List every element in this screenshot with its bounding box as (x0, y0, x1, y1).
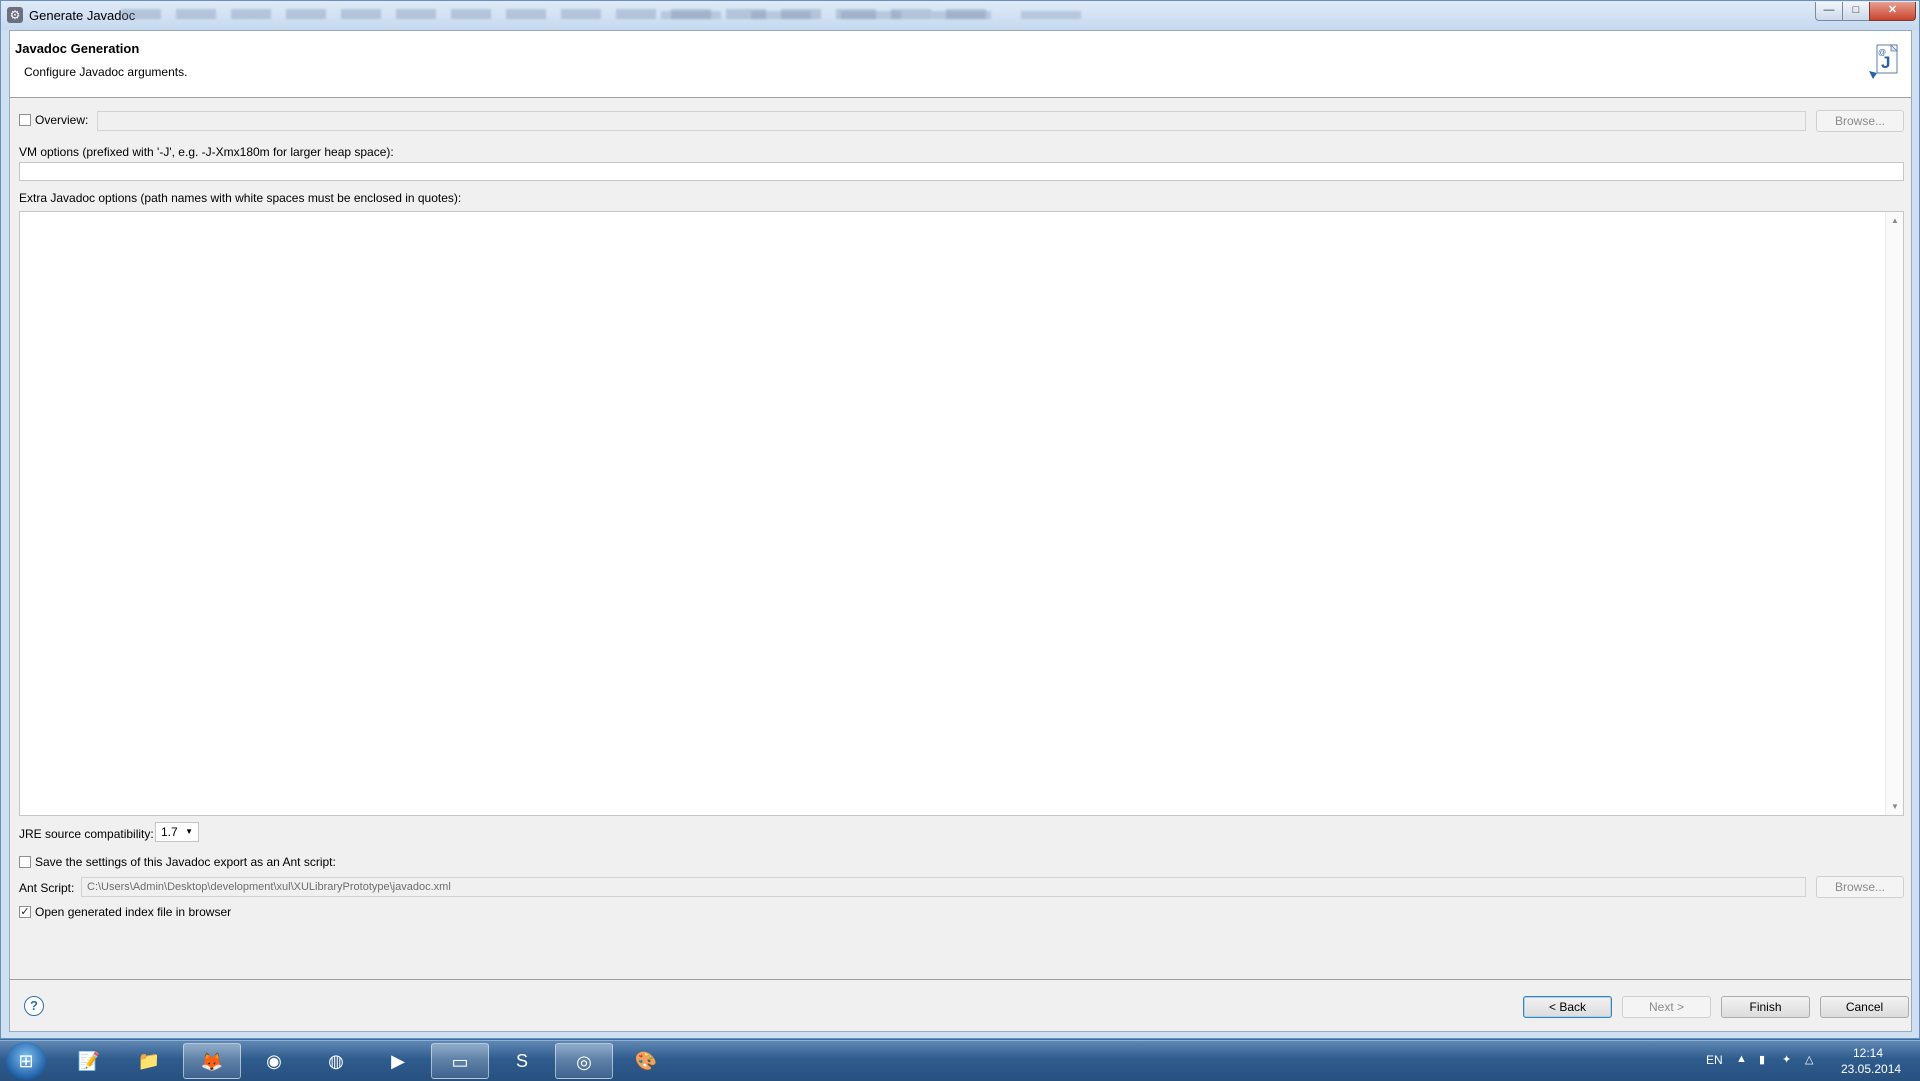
save-ant-script-checkbox[interactable] (19, 856, 31, 868)
open-index-label: Open generated index file in browser (35, 905, 232, 919)
jre-compatibility-label: JRE source compatibility: (19, 827, 154, 841)
clock-time[interactable]: 12:14 (1853, 1046, 1883, 1060)
firefox-icon[interactable]: 🦊 (183, 1043, 241, 1079)
jre-selected-value: 1.7 (161, 825, 178, 839)
command-prompt-icon[interactable]: ▭ (431, 1043, 489, 1079)
ant-script-label: Ant Script: (19, 881, 75, 895)
back-button[interactable]: < Back (1523, 996, 1612, 1018)
network-signal-icon[interactable]: ▮ (1759, 1053, 1765, 1066)
dropbox-icon[interactable]: ✦ (1782, 1053, 1791, 1066)
next-button[interactable]: Next > (1622, 996, 1711, 1018)
minimize-button[interactable]: — (1815, 2, 1843, 21)
javadoc-wizard-icon: J @ (1869, 44, 1898, 79)
ant-script-field[interactable]: C:\Users\Admin\Desktop\development\xul\X… (81, 877, 1806, 897)
paint-icon[interactable]: 🎨 (617, 1043, 675, 1079)
help-icon[interactable]: ? (24, 996, 44, 1016)
svg-text:@: @ (1878, 48, 1886, 57)
clock-date[interactable]: 23.05.2014 (1841, 1062, 1901, 1076)
scroll-down-icon[interactable]: ▼ (1891, 802, 1899, 811)
textarea-scrollbar[interactable]: ▲ ▼ (1885, 212, 1903, 815)
extra-options-textarea[interactable]: ▲ ▼ (19, 211, 1904, 816)
skype-icon[interactable]: S (493, 1043, 551, 1079)
page-title: Javadoc Generation (15, 41, 140, 56)
file-explorer-icon[interactable]: 📁 (120, 1043, 178, 1079)
media-player-icon[interactable]: ▶ (369, 1043, 427, 1079)
background-title-blur-2 (661, 11, 1081, 19)
page-description: Configure Javadoc arguments. (24, 65, 188, 79)
eclipse-gear-icon: ⚙ (7, 7, 23, 23)
chevron-down-icon: ▼ (185, 827, 193, 836)
vm-options-input[interactable] (19, 162, 1904, 181)
wizard-header: Javadoc Generation Configure Javadoc arg… (10, 31, 1911, 98)
overview-browse-button[interactable]: Browse... (1816, 110, 1904, 132)
ant-script-browse-button[interactable]: Browse... (1816, 876, 1904, 898)
overview-field[interactable] (97, 111, 1806, 131)
save-ant-script-label: Save the settings of this Javadoc export… (35, 855, 336, 869)
start-orb-icon[interactable]: ⊞ (6, 1042, 46, 1080)
scroll-up-icon[interactable]: ▲ (1891, 216, 1899, 225)
open-index-checkbox[interactable]: ✓ (19, 906, 31, 918)
vm-options-label: VM options (prefixed with '-J', e.g. -J-… (19, 145, 394, 159)
show-hidden-icons-icon[interactable]: ▲ (1736, 1053, 1747, 1065)
cancel-button[interactable]: Cancel (1820, 996, 1909, 1018)
dialog-client-area: Javadoc Generation Configure Javadoc arg… (9, 30, 1912, 1032)
chrome-icon[interactable]: ◉ (245, 1043, 303, 1079)
language-indicator[interactable]: EN (1706, 1053, 1723, 1067)
overview-checkbox[interactable] (19, 114, 31, 126)
footer-separator (10, 979, 1911, 980)
overview-label: Overview: (35, 113, 89, 127)
window-title: Generate Javadoc (29, 8, 136, 23)
extra-options-label: Extra Javadoc options (path names with w… (19, 191, 462, 205)
notepad-icon[interactable]: 📝 (60, 1043, 118, 1079)
eclipse-icon[interactable]: ◎ (555, 1043, 613, 1079)
tor-browser-icon[interactable]: ◍ (307, 1043, 365, 1079)
google-drive-icon[interactable]: △ (1805, 1053, 1813, 1066)
jre-compatibility-select[interactable]: 1.7 ▼ (155, 822, 199, 842)
close-button[interactable]: ✕ (1869, 2, 1916, 21)
title-bar[interactable]: ⚙ Generate Javadoc — □ ✕ (1, 1, 1919, 30)
maximize-button[interactable]: □ (1842, 2, 1870, 21)
generate-javadoc-window: ⚙ Generate Javadoc — □ ✕ Javadoc Generat… (0, 0, 1920, 1039)
finish-button[interactable]: Finish (1721, 996, 1810, 1018)
taskbar: ⊞ 📝 📁 🦊 ◉ ◍ ▶ ▭ S ◎ 🎨 EN ▲ ▮ ✦ △ 12:14 2… (0, 1040, 1920, 1081)
